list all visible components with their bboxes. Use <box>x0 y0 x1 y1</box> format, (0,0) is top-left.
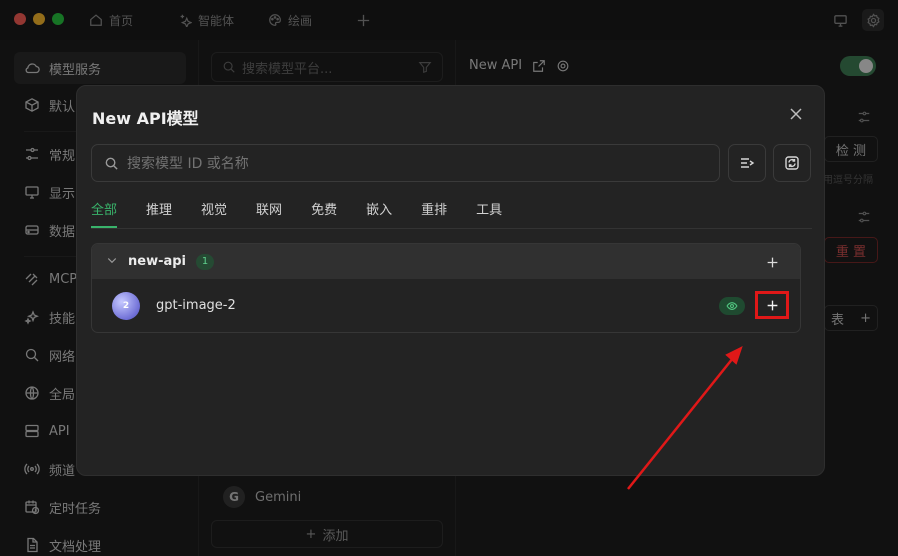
model-avatar: 2 <box>112 292 140 320</box>
tab-web[interactable]: 联网 <box>256 199 282 229</box>
model-count-badge: 1 <box>196 253 215 270</box>
tab-rerank[interactable]: 重排 <box>421 199 447 229</box>
model-search-input[interactable]: 搜索模型 ID 或名称 <box>91 144 720 182</box>
dialog-title: New API模型 <box>92 109 199 128</box>
tab-free[interactable]: 免费 <box>311 199 337 229</box>
refresh-icon <box>785 156 799 170</box>
list-add-icon <box>741 158 755 168</box>
batch-add-button[interactable] <box>728 144 766 182</box>
tab-vision[interactable]: 视觉 <box>201 199 227 229</box>
chevron-down-icon[interactable] <box>106 254 118 270</box>
model-search-placeholder: 搜索模型 ID 或名称 <box>127 156 249 172</box>
model-group-header[interactable]: new-api 1 <box>92 244 800 279</box>
tab-all[interactable]: 全部 <box>91 199 118 229</box>
refresh-models-button[interactable] <box>773 144 811 182</box>
search-icon <box>105 157 118 170</box>
close-icon <box>790 108 802 120</box>
tab-embedding[interactable]: 嵌入 <box>366 199 392 229</box>
model-row: 2 gpt-image-2 <box>92 280 800 332</box>
add-model-button[interactable] <box>755 291 789 319</box>
vision-capability-badge <box>719 297 745 315</box>
tabs-divider <box>91 228 812 229</box>
plus-icon <box>767 257 777 267</box>
add-group-button[interactable] <box>762 252 782 272</box>
model-group: new-api 1 2 gpt-image-2 <box>91 243 801 333</box>
model-manager-dialog: New API模型 搜索模型 ID 或名称 全部 推理 视觉 联网 免费 嵌入 … <box>76 85 825 476</box>
capability-tabs: 全部 推理 视觉 联网 免费 嵌入 重排 工具 <box>91 199 531 229</box>
model-group-name: new-api <box>128 254 187 269</box>
tab-tools[interactable]: 工具 <box>476 199 502 229</box>
model-name: gpt-image-2 <box>156 298 236 313</box>
tab-reasoning[interactable]: 推理 <box>146 199 172 229</box>
dialog-close-button[interactable] <box>784 102 808 126</box>
plus-icon <box>767 300 777 310</box>
eye-icon <box>726 302 738 310</box>
